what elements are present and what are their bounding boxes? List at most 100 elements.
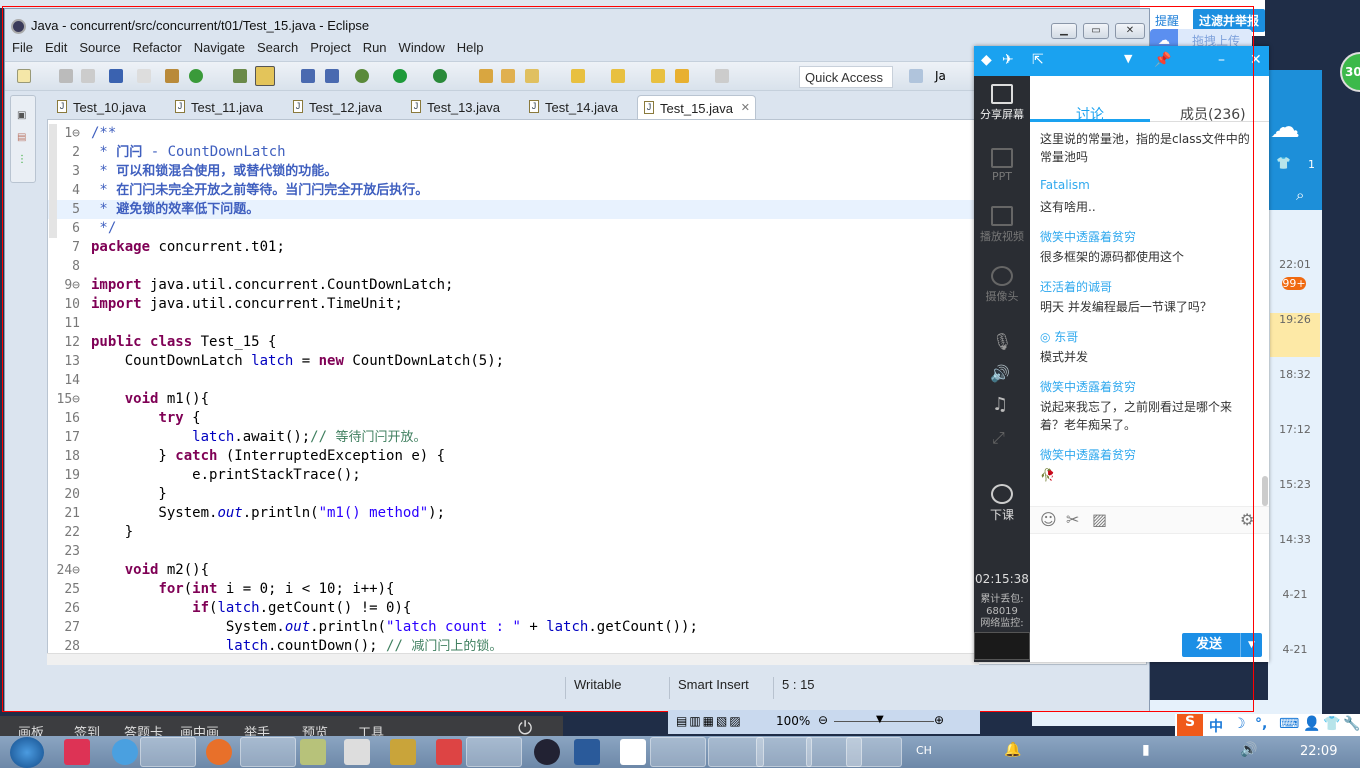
- notification-icon[interactable]: 🔔: [1004, 742, 1021, 758]
- last-edit-icon[interactable]: [651, 69, 665, 83]
- close-button[interactable]: ✕: [1115, 23, 1145, 39]
- new-package-icon[interactable]: [165, 69, 179, 83]
- tool-icon[interactable]: [390, 739, 416, 765]
- tab-test-15[interactable]: J Test_15.java ✕: [637, 95, 756, 120]
- message-author[interactable]: Fatalism: [1040, 178, 1255, 196]
- share-icon[interactable]: ⇱: [1032, 52, 1044, 68]
- open-folder-icon[interactable]: [479, 69, 493, 83]
- message-author[interactable]: 还活着的诚哥: [1040, 278, 1255, 296]
- eclipse-icon[interactable]: [534, 739, 560, 765]
- session-time[interactable]: 14:33: [1270, 533, 1320, 546]
- session-time[interactable]: 4-21: [1270, 643, 1320, 656]
- volume-icon[interactable]: 🔊: [1240, 742, 1257, 758]
- remote-icon[interactable]: [344, 739, 370, 765]
- network-icon[interactable]: ▮: [1142, 742, 1150, 758]
- tab-test-10[interactable]: J Test_10.java: [51, 95, 146, 120]
- user-icon[interactable]: 👤: [1303, 716, 1320, 732]
- ppt-button[interactable]: PPT: [974, 148, 1030, 183]
- zoom-slider[interactable]: [834, 721, 934, 722]
- settings-icon[interactable]: ⚙: [1240, 510, 1254, 529]
- horizontal-scrollbar[interactable]: [47, 653, 979, 665]
- close-icon[interactable]: ✕: [1250, 52, 1262, 68]
- message-author[interactable]: 微笑中透露着贫穷: [1040, 378, 1255, 396]
- run-icon[interactable]: [393, 69, 407, 83]
- zoom-in-icon[interactable]: ⊕: [934, 713, 944, 727]
- debug-icon[interactable]: [355, 69, 369, 83]
- back-icon[interactable]: [675, 69, 689, 83]
- keyboard-icon[interactable]: ⌨: [1279, 716, 1299, 732]
- skip-breakpoints-icon[interactable]: [137, 69, 151, 83]
- menu-edit[interactable]: Edit: [38, 39, 72, 55]
- previous-annotation-icon[interactable]: [611, 69, 625, 83]
- menu-source[interactable]: Source: [72, 39, 125, 55]
- eclipse-task-icon[interactable]: [650, 737, 706, 767]
- remind-link[interactable]: 提醒: [1155, 12, 1179, 29]
- message-input[interactable]: [1030, 536, 1269, 628]
- session-time[interactable]: 4-21: [1270, 588, 1320, 601]
- music-icon[interactable]: ♫: [992, 394, 1008, 415]
- half-width-icon[interactable]: ☽: [1233, 716, 1246, 732]
- menu-help[interactable]: Help: [450, 39, 489, 55]
- session-time[interactable]: 18:32: [1270, 368, 1320, 381]
- search-icon[interactable]: ⌕: [1296, 186, 1304, 204]
- app-icon[interactable]: [756, 737, 812, 767]
- chrome-icon[interactable]: [240, 737, 296, 767]
- plane-icon[interactable]: ✈: [1002, 52, 1014, 68]
- video-icon[interactable]: [574, 739, 600, 765]
- zoom-slider-thumb[interactable]: ▼: [876, 714, 884, 725]
- chat-scrollbar[interactable]: [1262, 476, 1268, 506]
- minimize-button[interactable]: ▁: [1051, 23, 1077, 39]
- hierarchy-icon[interactable]: ⋮: [17, 154, 27, 165]
- save-icon[interactable]: [59, 69, 73, 83]
- package-explorer-icon[interactable]: ▤: [17, 132, 26, 143]
- language-indicator[interactable]: CH: [916, 744, 932, 757]
- app-icon[interactable]: [436, 739, 462, 765]
- app-icon[interactable]: [64, 739, 90, 765]
- show-whitespace-icon[interactable]: [325, 69, 339, 83]
- maximize-button[interactable]: ▭: [1083, 23, 1109, 39]
- tab-members[interactable]: 成员(236): [1180, 104, 1246, 124]
- share-screen-button[interactable]: 分享屏幕: [974, 84, 1030, 122]
- open-perspective-icon[interactable]: [909, 69, 923, 83]
- menu-refactor[interactable]: Refactor: [126, 39, 187, 55]
- dropdown-icon[interactable]: ▼: [1124, 52, 1132, 65]
- tab-test-13[interactable]: J Test_13.java: [405, 95, 500, 120]
- end-class-button[interactable]: 下课: [974, 484, 1030, 523]
- wrench-icon[interactable]: 🔧: [1343, 716, 1360, 732]
- next-annotation-icon[interactable]: [571, 69, 585, 83]
- notepad-icon[interactable]: [300, 739, 326, 765]
- scissors-icon[interactable]: ✂: [1066, 510, 1079, 529]
- app-icon[interactable]: [466, 737, 522, 767]
- speaker-icon[interactable]: 🔊: [990, 364, 1010, 383]
- clock[interactable]: 22:09: [1300, 744, 1337, 759]
- send-button[interactable]: 发送 ▼: [1182, 633, 1262, 657]
- skin-icon[interactable]: 👕: [1276, 156, 1291, 170]
- mark-occurrences-icon[interactable]: [255, 66, 275, 86]
- speed-badge[interactable]: 30: [1340, 52, 1360, 92]
- new-class-icon[interactable]: [189, 69, 203, 83]
- view-mode-icons[interactable]: ▤▥▦▧▨: [676, 714, 743, 728]
- camera-button[interactable]: 摄像头: [974, 266, 1030, 304]
- message-author[interactable]: 微笑中透露着贫穷: [1040, 446, 1255, 464]
- tab-test-11[interactable]: J Test_11.java: [169, 95, 263, 120]
- zoom-out-icon[interactable]: ⊖: [818, 713, 828, 727]
- sogou-icon[interactable]: S: [1177, 714, 1203, 738]
- block-selection-icon[interactable]: [301, 69, 315, 83]
- restore-icon[interactable]: ▣: [17, 110, 26, 121]
- send-options-icon[interactable]: ▼: [1240, 633, 1255, 657]
- tab-test-14[interactable]: J Test_14.java: [523, 95, 618, 120]
- emoji-icon[interactable]: ☺: [1040, 510, 1057, 529]
- menu-project[interactable]: Project: [303, 39, 355, 55]
- new-icon[interactable]: [17, 69, 31, 83]
- menu-run[interactable]: Run: [356, 39, 392, 55]
- terminal-icon[interactable]: [109, 69, 123, 83]
- play-video-button[interactable]: 播放视频: [974, 206, 1030, 244]
- ime-mode[interactable]: 中: [1209, 716, 1223, 736]
- explorer-icon[interactable]: [140, 737, 196, 767]
- microphone-icon[interactable]: 🎙: [992, 332, 1012, 351]
- search-icon[interactable]: [525, 69, 539, 83]
- external-tools-icon[interactable]: [433, 69, 447, 83]
- session-time[interactable]: 17:12: [1270, 423, 1320, 436]
- ie-icon[interactable]: [112, 739, 138, 765]
- forward-icon[interactable]: [715, 69, 729, 83]
